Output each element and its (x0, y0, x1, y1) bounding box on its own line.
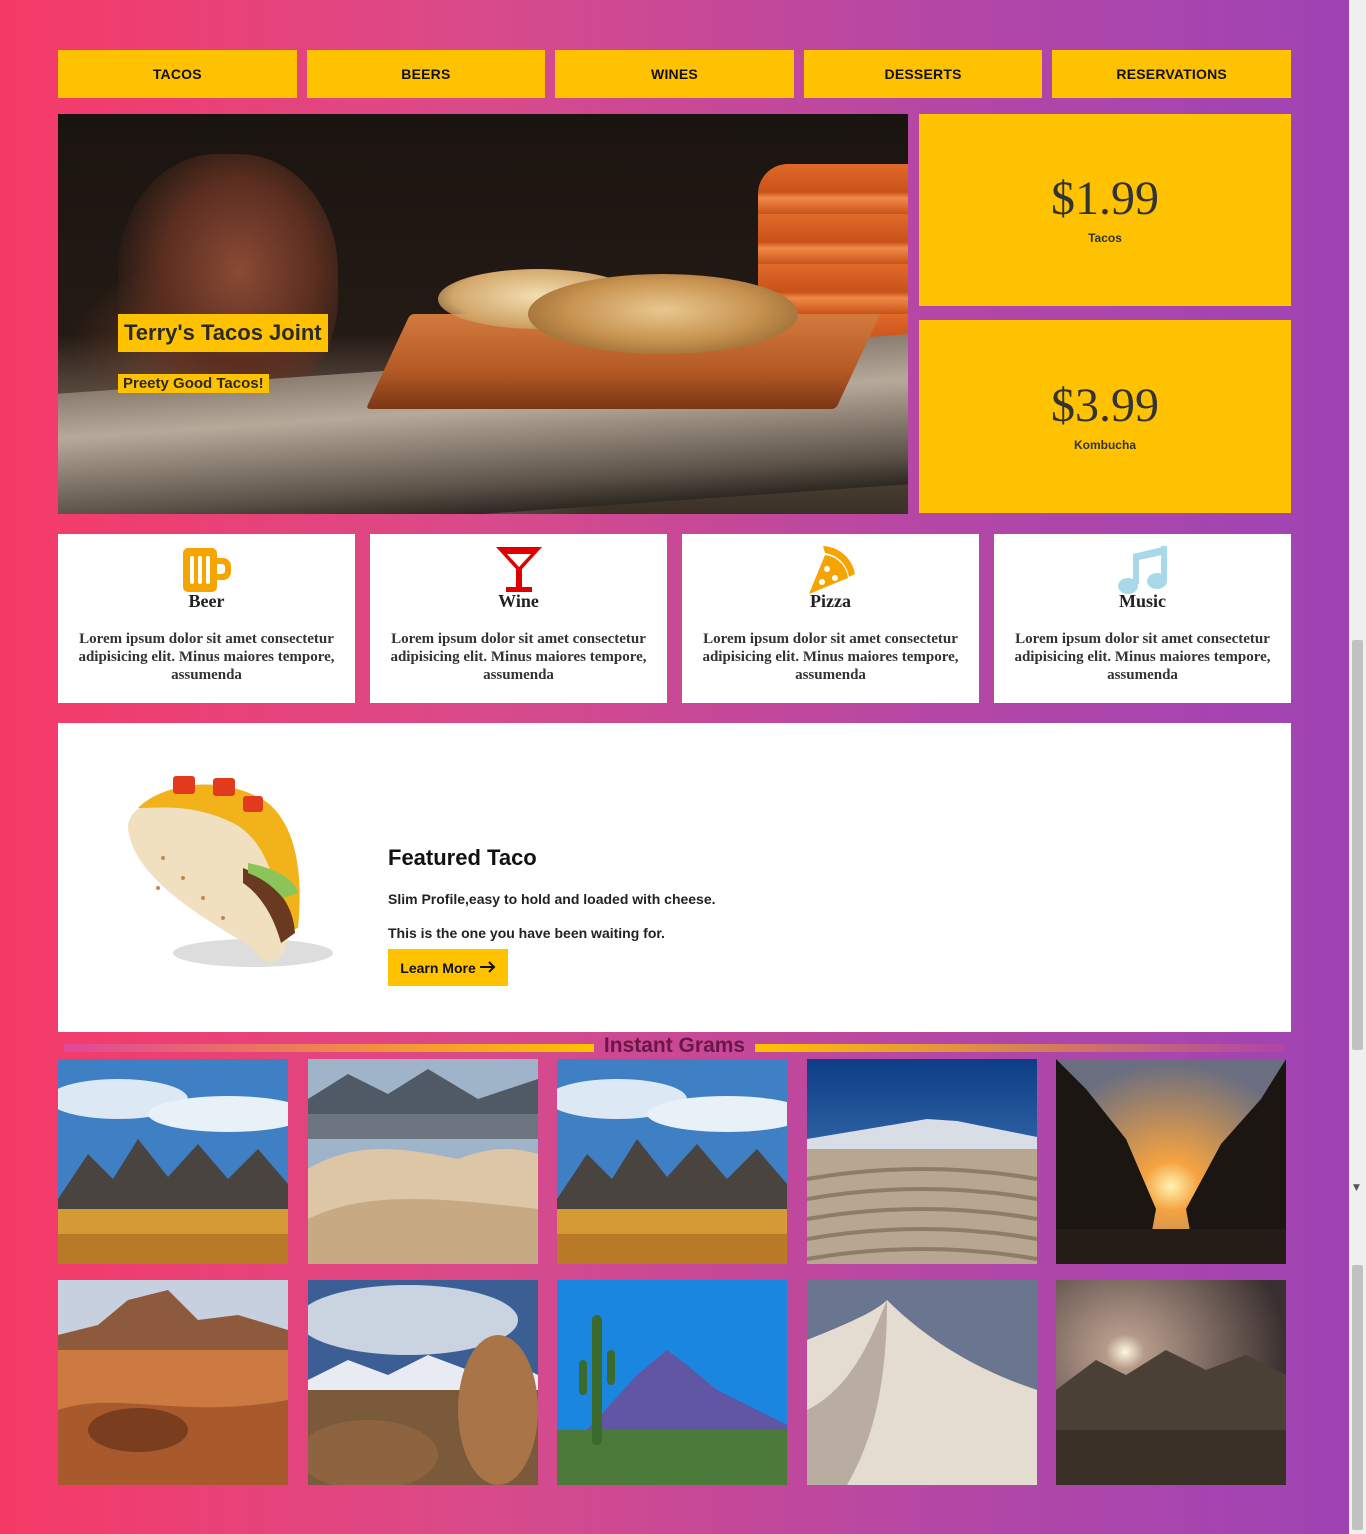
featured-title: Featured Taco (388, 845, 537, 870)
instant-grams-title: Instant Grams (603, 1034, 746, 1057)
feature-text: Lorem ipsum dolor sit amet consectetur a… (702, 631, 959, 683)
feature-card-wine: Wine Lorem ipsum dolor sit amet consecte… (370, 534, 667, 703)
feature-card-beer: Beer Lorem ipsum dolor sit amet consecte… (58, 534, 355, 703)
pizza-slice-icon (805, 544, 857, 596)
price-value: $1.99 (1051, 172, 1159, 225)
gallery-image-rocky-boulders-sky[interactable] (307, 1280, 538, 1485)
gallery-image-desert-dunes-mountains[interactable] (307, 1059, 538, 1264)
instant-grams-gallery (58, 1059, 1286, 1485)
main-nav: TACOS BEERS WINES DESSERTS RESERVATIONS (58, 50, 1291, 98)
scrollbar-thumb[interactable] (1352, 640, 1363, 1050)
nav-desserts[interactable]: DESSERTS (803, 50, 1043, 98)
learn-more-button[interactable]: Learn More (388, 949, 508, 986)
feature-title: Beer (188, 591, 225, 611)
gallery-image-dark-mountain-sun[interactable] (1056, 1280, 1286, 1485)
featured-description: This is the one you have been waiting fo… (388, 925, 665, 941)
cocktail-glass-icon (493, 544, 545, 596)
nav-beers[interactable]: BEERS (306, 50, 546, 98)
price-value: $3.99 (1051, 378, 1159, 432)
feature-title: Wine (498, 591, 539, 611)
feature-card-pizza: Pizza Lorem ipsum dolor sit amet consect… (682, 534, 979, 703)
feature-title: Pizza (810, 591, 851, 611)
gallery-image-mountains-savanna[interactable] (58, 1059, 288, 1264)
page-scrollbar[interactable]: ▼ (1349, 0, 1366, 1534)
feature-card-music: Music Lorem ipsum dolor sit amet consect… (994, 534, 1291, 703)
nav-reservations[interactable]: RESERVATIONS (1052, 50, 1291, 98)
gallery-image-red-desert-rocks[interactable] (58, 1280, 288, 1485)
nav-tacos[interactable]: TACOS (58, 50, 297, 98)
feature-text: Lorem ipsum dolor sit amet consectetur a… (1014, 631, 1271, 683)
instant-grams-header: Instant Grams (64, 1034, 1285, 1058)
learn-more-label: Learn More (400, 959, 476, 976)
nav-wines[interactable]: WINES (555, 50, 794, 98)
gallery-image-sand-ripples-snowy-peak[interactable] (806, 1059, 1037, 1264)
gallery-image-canyon-sunset[interactable] (1056, 1059, 1286, 1264)
gallery-image-white-sand-dune[interactable] (806, 1280, 1037, 1485)
music-note-icon (1117, 544, 1169, 596)
price-label: Tacos (1088, 231, 1122, 245)
price-card-tacos: $1.99 Tacos (919, 114, 1291, 306)
featured-taco-image (103, 768, 343, 983)
hero-title: Terry's Tacos Joint (118, 314, 328, 352)
price-label: Kombucha (1073, 437, 1136, 452)
hero-taco-image (528, 274, 798, 354)
feature-text: Lorem ipsum dolor sit amet consectetur a… (78, 631, 335, 683)
hero-banner: Terry's Tacos Joint Preety Good Tacos! (58, 114, 908, 514)
gallery-image-mountains-savanna[interactable] (557, 1059, 787, 1264)
beer-mug-icon (181, 544, 233, 596)
hero-subtitle: Preety Good Tacos! (118, 374, 269, 393)
features-row: Beer Lorem ipsum dolor sit amet consecte… (58, 534, 1291, 703)
scrollbar-thumb[interactable] (1352, 1265, 1363, 1530)
scroll-down-arrow-icon[interactable]: ▼ (1353, 1183, 1360, 1193)
gallery-image-saguaro-cactus-mountain[interactable] (557, 1280, 787, 1485)
featured-description: Slim Profile,easy to hold and loaded wit… (388, 891, 716, 907)
featured-taco-section: Featured Taco Slim Profile,easy to hold … (58, 723, 1291, 1032)
feature-title: Music (1119, 591, 1166, 611)
feature-text: Lorem ipsum dolor sit amet consectetur a… (390, 631, 647, 683)
arrow-right-icon (479, 960, 496, 976)
price-card-kombucha: $3.99 Kombucha (919, 320, 1291, 513)
